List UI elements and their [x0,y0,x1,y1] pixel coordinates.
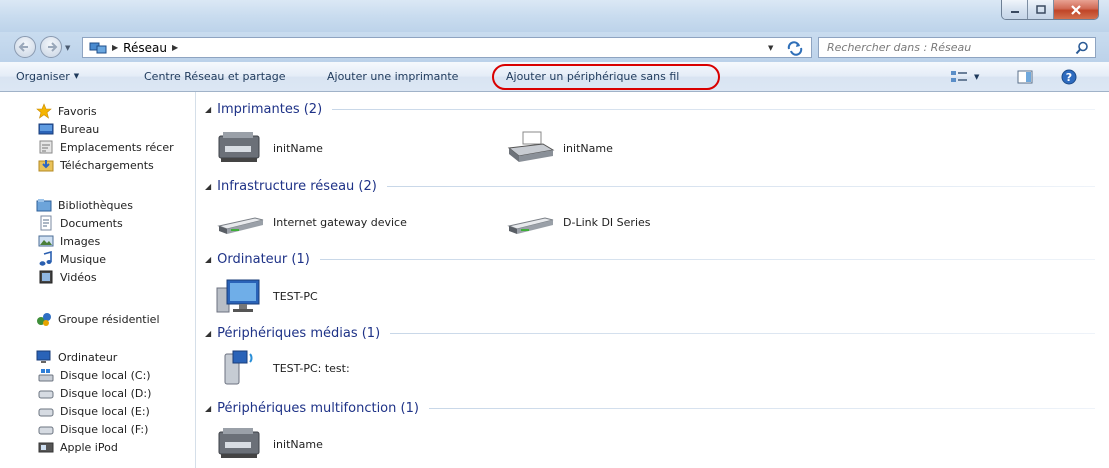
close-button[interactable] [1054,0,1098,19]
caption-buttons [1001,0,1099,20]
sidebar-item-images[interactable]: Images [38,232,100,250]
search-icon[interactable] [1075,41,1089,55]
group-header-media-devices[interactable]: ◢ Périphériques médias (1) [205,324,1095,342]
sidebar-homegroup[interactable]: Groupe résidentiel [36,310,160,328]
group-header-multifunction-devices[interactable]: ◢ Périphériques multifonction (1) [205,399,1095,417]
media-device-icon [224,350,253,385]
collapse-triangle-icon[interactable]: ◢ [205,105,211,114]
desktop-icon [38,123,54,135]
add-printer-button[interactable]: Ajouter une imprimante [327,70,458,83]
videos-icon [39,270,53,284]
collapse-triangle-icon[interactable]: ◢ [205,255,211,264]
back-arrow-icon [18,42,28,52]
preview-pane-icon[interactable] [1017,70,1033,84]
address-dropdown[interactable]: ▼ [768,44,773,52]
command-bar: Organiser ▼ Centre Réseau et partage Ajou… [0,62,1109,92]
drive-icon [38,426,54,435]
content-pane: ◢ Imprimantes (2) initName initName ◢ In… [197,92,1109,468]
sidebar-item-videos[interactable]: Vidéos [38,268,97,286]
help-icon[interactable]: ? [1061,69,1077,85]
device-tile[interactable]: initName [505,130,613,166]
maximize-icon [1035,5,1046,14]
group-divider [332,108,1095,110]
search-box[interactable] [818,37,1096,58]
recent-places-icon [39,140,53,154]
search-input[interactable] [827,41,1067,54]
images-icon [38,235,54,247]
forward-button[interactable] [40,36,62,58]
breadcrumb-chevron-icon[interactable]: ▶ [112,43,118,52]
document-icon [40,215,52,231]
collapse-triangle-icon[interactable]: ◢ [205,182,211,191]
computer-icon [216,279,260,313]
breadcrumb-chevron-icon[interactable]: ▶ [172,43,178,52]
sidebar-computer[interactable]: Ordinateur [36,348,117,366]
breadcrumb-network[interactable]: Réseau [123,41,167,55]
close-icon [1071,4,1081,15]
sidebar-item-drive-c[interactable]: Disque local (C:) [38,366,151,384]
sidebar-item-apple-ipod[interactable]: Apple iPod [38,438,118,456]
computer-icon [36,350,51,363]
navigation-pane: Favoris Bureau Emplacements récer Téléch… [0,92,196,468]
group-header-network-infrastructure[interactable]: ◢ Infrastructure réseau (2) [205,177,1095,195]
music-icon [39,251,52,266]
minimize-button[interactable] [1002,0,1028,19]
device-tile[interactable]: TEST-PC [215,278,318,314]
group-header-printers[interactable]: ◢ Imprimantes (2) [205,100,1095,118]
sidebar-item-desktop[interactable]: Bureau [38,120,99,138]
sidebar-item-drive-f[interactable]: Disque local (F:) [38,420,148,438]
sidebar-libraries[interactable]: Bibliothèques [36,196,133,214]
device-tile[interactable]: TEST-PC: test: [215,350,350,386]
chevron-down-icon: ▼ [73,72,80,80]
downloads-folder-icon [38,160,54,172]
multifunction-printer-icon [218,132,260,162]
forward-arrow-icon [48,42,58,52]
libraries-icon [36,199,52,212]
device-tile[interactable]: Internet gateway device [215,204,407,240]
group-divider [319,258,1095,260]
sidebar-item-downloads[interactable]: Téléchargements [38,156,154,174]
drive-icon [38,408,54,417]
router-icon [217,217,264,234]
printer-icon [507,131,555,162]
address-row: ▼ ▶ Réseau ▶ ▼ [0,32,1109,62]
sidebar-favorites[interactable]: Favoris [36,102,97,120]
back-button[interactable] [14,36,36,58]
refresh-icon[interactable] [786,40,804,56]
network-icon [89,42,107,53]
network-center-button[interactable]: Centre Réseau et partage [144,70,286,83]
minimize-icon [1010,10,1019,13]
homegroup-icon [37,313,51,326]
system-drive-icon [38,369,54,382]
svg-text:?: ? [1066,71,1072,84]
group-divider [428,407,1095,409]
sidebar-item-drive-e[interactable]: Disque local (E:) [38,402,150,420]
explorer-window: ▼ ▶ Réseau ▶ ▼ Organiser▼ Centre Réseau … [0,0,1109,468]
highlight-ring [492,64,720,90]
sidebar-item-documents[interactable]: Documents [38,214,123,232]
sidebar-item-music[interactable]: Musique [38,250,106,268]
device-tile[interactable]: initName [215,426,323,462]
maximize-button[interactable] [1028,0,1054,19]
collapse-triangle-icon[interactable]: ◢ [205,329,211,338]
star-icon [36,103,52,119]
view-dropdown[interactable]: ▼ [974,73,979,81]
multifunction-printer-icon [218,428,260,458]
router-icon [507,217,554,234]
title-bar[interactable] [0,0,1109,32]
recent-pages-dropdown[interactable]: ▼ [65,44,70,52]
sidebar-item-drive-d[interactable]: Disque local (D:) [38,384,151,402]
group-divider [386,185,1095,187]
change-view-icon[interactable] [950,70,968,84]
collapse-triangle-icon[interactable]: ◢ [205,404,211,413]
device-tile[interactable]: D-Link DI Series [505,204,651,240]
group-header-computer[interactable]: ◢ Ordinateur (1) [205,250,1095,268]
drive-icon [38,390,54,399]
address-bar[interactable]: ▶ Réseau ▶ [82,37,812,58]
group-divider [390,332,1095,334]
device-tile[interactable]: initName [215,130,323,166]
ipod-icon [38,442,54,453]
sidebar-item-recent-places[interactable]: Emplacements récer [38,138,174,156]
organize-button[interactable]: Organiser ▼ [16,70,79,83]
